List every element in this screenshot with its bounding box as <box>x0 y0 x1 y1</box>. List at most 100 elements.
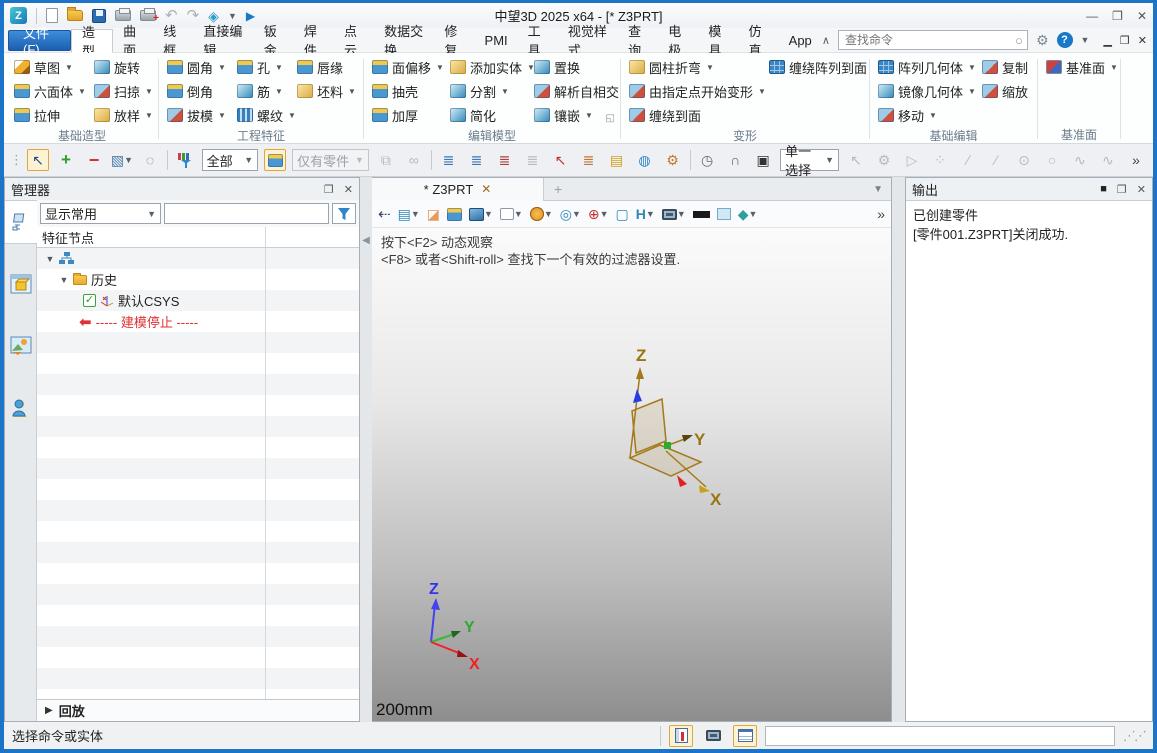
viewport-overflow-icon[interactable]: » <box>877 206 885 222</box>
shape-filter-icon[interactable] <box>264 149 287 171</box>
output-restore-button[interactable]: ❐ <box>1117 183 1127 196</box>
display-mode-icon[interactable] <box>701 725 725 747</box>
wrap-to-face-button[interactable]: 缠绕到面 <box>627 103 767 127</box>
menu-tab-mold[interactable]: 模具 <box>698 24 738 58</box>
tree-node-model-stop[interactable]: ⬅ ----- 建模停止 ----- <box>37 311 359 332</box>
restore-button[interactable]: ❐ <box>1112 9 1123 23</box>
stop-arrow-icon[interactable]: ⬅ <box>79 313 92 331</box>
graphics-canvas[interactable]: 按下<F2> 动态观察 <F8> 或者<Shift-roll> 查找下一个有效的… <box>372 228 891 721</box>
settings-gear-icon[interactable]: ⚙ <box>1036 32 1049 49</box>
tree-filter-button[interactable] <box>332 203 356 224</box>
revolve-button[interactable]: 旋转 <box>92 55 156 79</box>
quick-access-dropdown-icon[interactable]: ▼ <box>228 11 237 21</box>
tab-list-icon[interactable]: ▼ <box>873 184 883 195</box>
cylindrical-bend-button[interactable]: 圆柱折弯 ▼ <box>627 55 767 79</box>
menu-tab-surface[interactable]: 曲面 <box>113 24 153 58</box>
menu-tab-point-cloud[interactable]: 点云 <box>334 24 374 58</box>
web-browser-icon[interactable]: ◍ <box>634 149 656 171</box>
shape-filter-dropdown[interactable]: 仅有零件 ▼ <box>292 149 369 171</box>
sweep-button[interactable]: 扫掠 ▼ <box>92 79 156 103</box>
tree-node-default-csys[interactable]: ✓ 默认CSYS <box>37 290 359 311</box>
mirror-geometry-button[interactable]: 镜像几何体 ▼ <box>876 79 980 103</box>
doc-close-button[interactable]: ✕ <box>1138 34 1147 47</box>
manager-tab-history[interactable] <box>5 200 37 244</box>
menu-tab-shape[interactable]: 造型 <box>71 25 114 59</box>
open-file-icon[interactable] <box>67 7 83 21</box>
manager-restore-button[interactable]: ❐ <box>324 183 334 196</box>
units-ruler-icon[interactable] <box>669 724 693 747</box>
rib-button[interactable]: 筋 ▼ <box>235 79 295 103</box>
stock-button[interactable]: 坯料 ▼ <box>295 79 361 103</box>
resize-grip[interactable]: ⋰⋰ <box>1123 728 1147 744</box>
menu-file[interactable]: 文件(F) <box>8 26 71 57</box>
line-tool-icon[interactable]: ∕ <box>957 149 979 171</box>
wireframe-view-icon[interactable]: ▼ <box>499 208 523 220</box>
dimension-icon[interactable]: H ▼ <box>636 206 655 222</box>
chamfer-button[interactable]: 倒角 <box>165 79 235 103</box>
extrude-button[interactable]: 拉伸 <box>12 103 92 127</box>
manager-tab-solid[interactable] <box>5 262 37 306</box>
close-part-icon[interactable]: ▤ <box>606 149 628 171</box>
replace-button[interactable]: 置换 <box>532 55 618 79</box>
help-icon[interactable]: ? <box>1056 32 1073 48</box>
chain-ring-icon[interactable]: ∞ <box>403 149 425 171</box>
datum-plane-button[interactable]: 基准面 ▼ <box>1044 55 1120 79</box>
wrap-pattern-to-face-button[interactable]: 缠绕阵列到面 <box>767 55 867 79</box>
exit-sketch-icon[interactable]: ⇠ <box>378 205 391 223</box>
remove-pick-icon[interactable]: − <box>83 149 105 171</box>
lip-button[interactable]: 唇缘 <box>295 55 361 79</box>
thread-button[interactable]: 螺纹 ▼ <box>235 103 296 127</box>
thicken-button[interactable]: 加厚 <box>370 103 448 127</box>
pick-list-clear-icon[interactable]: ≣ <box>522 149 544 171</box>
shell-button[interactable]: 抽壳 <box>370 79 448 103</box>
save-icon[interactable] <box>92 8 106 23</box>
fit-screen-icon[interactable]: ▢ <box>616 206 629 223</box>
window-pick-icon[interactable]: ▧ ▼ <box>111 149 133 171</box>
pick-mode-dropdown[interactable]: 单一选择 ▼ <box>780 144 839 178</box>
dialog-launcher-icon[interactable]: ◱ <box>606 113 615 124</box>
menu-tab-visual-style[interactable]: 视觉样式 <box>558 24 618 58</box>
left-splitter[interactable]: ◀ <box>360 177 372 722</box>
chevron-down-icon[interactable]: ▼ <box>59 275 69 285</box>
resume-icon[interactable]: ▷ <box>901 149 923 171</box>
pick-arrow-icon[interactable]: ↖ <box>27 149 49 171</box>
print-icon[interactable] <box>115 8 131 21</box>
output-close-button[interactable]: ✕ <box>1137 183 1146 196</box>
menu-tab-inquire[interactable]: 查询 <box>618 24 658 58</box>
collapse-ribbon-icon[interactable]: ∧ <box>822 34 830 47</box>
draft-button[interactable]: 拔模 ▼ <box>165 103 235 127</box>
tab-close-icon[interactable]: ✕ <box>481 182 491 196</box>
fillet-button[interactable]: 圆角 ▼ <box>165 55 235 79</box>
entity-list-icon[interactable]: ≣ <box>578 149 600 171</box>
surface-quality-icon[interactable]: ◆ ▼ <box>738 206 758 223</box>
document-tab[interactable]: * Z3PRT ✕ <box>372 177 544 201</box>
scale-button[interactable]: 缩放 <box>980 79 1034 103</box>
circle-center-icon[interactable]: ⊙ <box>1013 149 1035 171</box>
zoom-window-icon[interactable]: ◎ ▼ <box>560 206 581 223</box>
background-color-icon[interactable] <box>716 208 731 220</box>
minimize-button[interactable]: — <box>1086 9 1098 23</box>
playback-bar[interactable]: ▶ 回放 <box>37 699 359 721</box>
lasso-pick-icon[interactable]: ◌ <box>139 149 161 171</box>
tree-view-dropdown[interactable]: 显示常用 ▼ <box>40 203 161 224</box>
menu-tab-direct-edit[interactable]: 直接编辑 <box>193 24 253 58</box>
close-button[interactable]: ✕ <box>1137 9 1147 23</box>
tree-node-history[interactable]: ▼ 历史 <box>37 269 359 290</box>
filter-scope-dropdown[interactable]: 全部 ▼ <box>201 149 259 171</box>
spline-tool-icon[interactable]: ∿ <box>1069 149 1091 171</box>
divide-button[interactable]: 分割 ▼ <box>448 79 532 103</box>
polyline-tool-icon[interactable]: ∕ <box>985 149 1007 171</box>
menu-tab-weldment[interactable]: 焊件 <box>294 24 334 58</box>
new-file-icon[interactable] <box>46 8 58 23</box>
command-search-input[interactable] <box>842 32 1016 48</box>
layer-manager-icon[interactable]: ▤ ▼ <box>398 206 420 223</box>
shaded-view-icon[interactable]: ▼ <box>468 207 493 221</box>
curve-tool-icon[interactable]: ∩ <box>724 149 746 171</box>
resolve-self-intersection-button[interactable]: 解析自相交 <box>532 79 619 103</box>
menu-tab-electrode[interactable]: 电极 <box>658 24 698 58</box>
move-button[interactable]: 移动 ▼ <box>876 103 980 127</box>
add-shape-button[interactable]: 添加实体 ▼ <box>448 55 535 79</box>
erase-icon[interactable]: ◪ <box>427 206 440 223</box>
menu-tab-pmi[interactable]: PMI <box>475 28 518 52</box>
material-box-icon[interactable] <box>446 207 462 221</box>
